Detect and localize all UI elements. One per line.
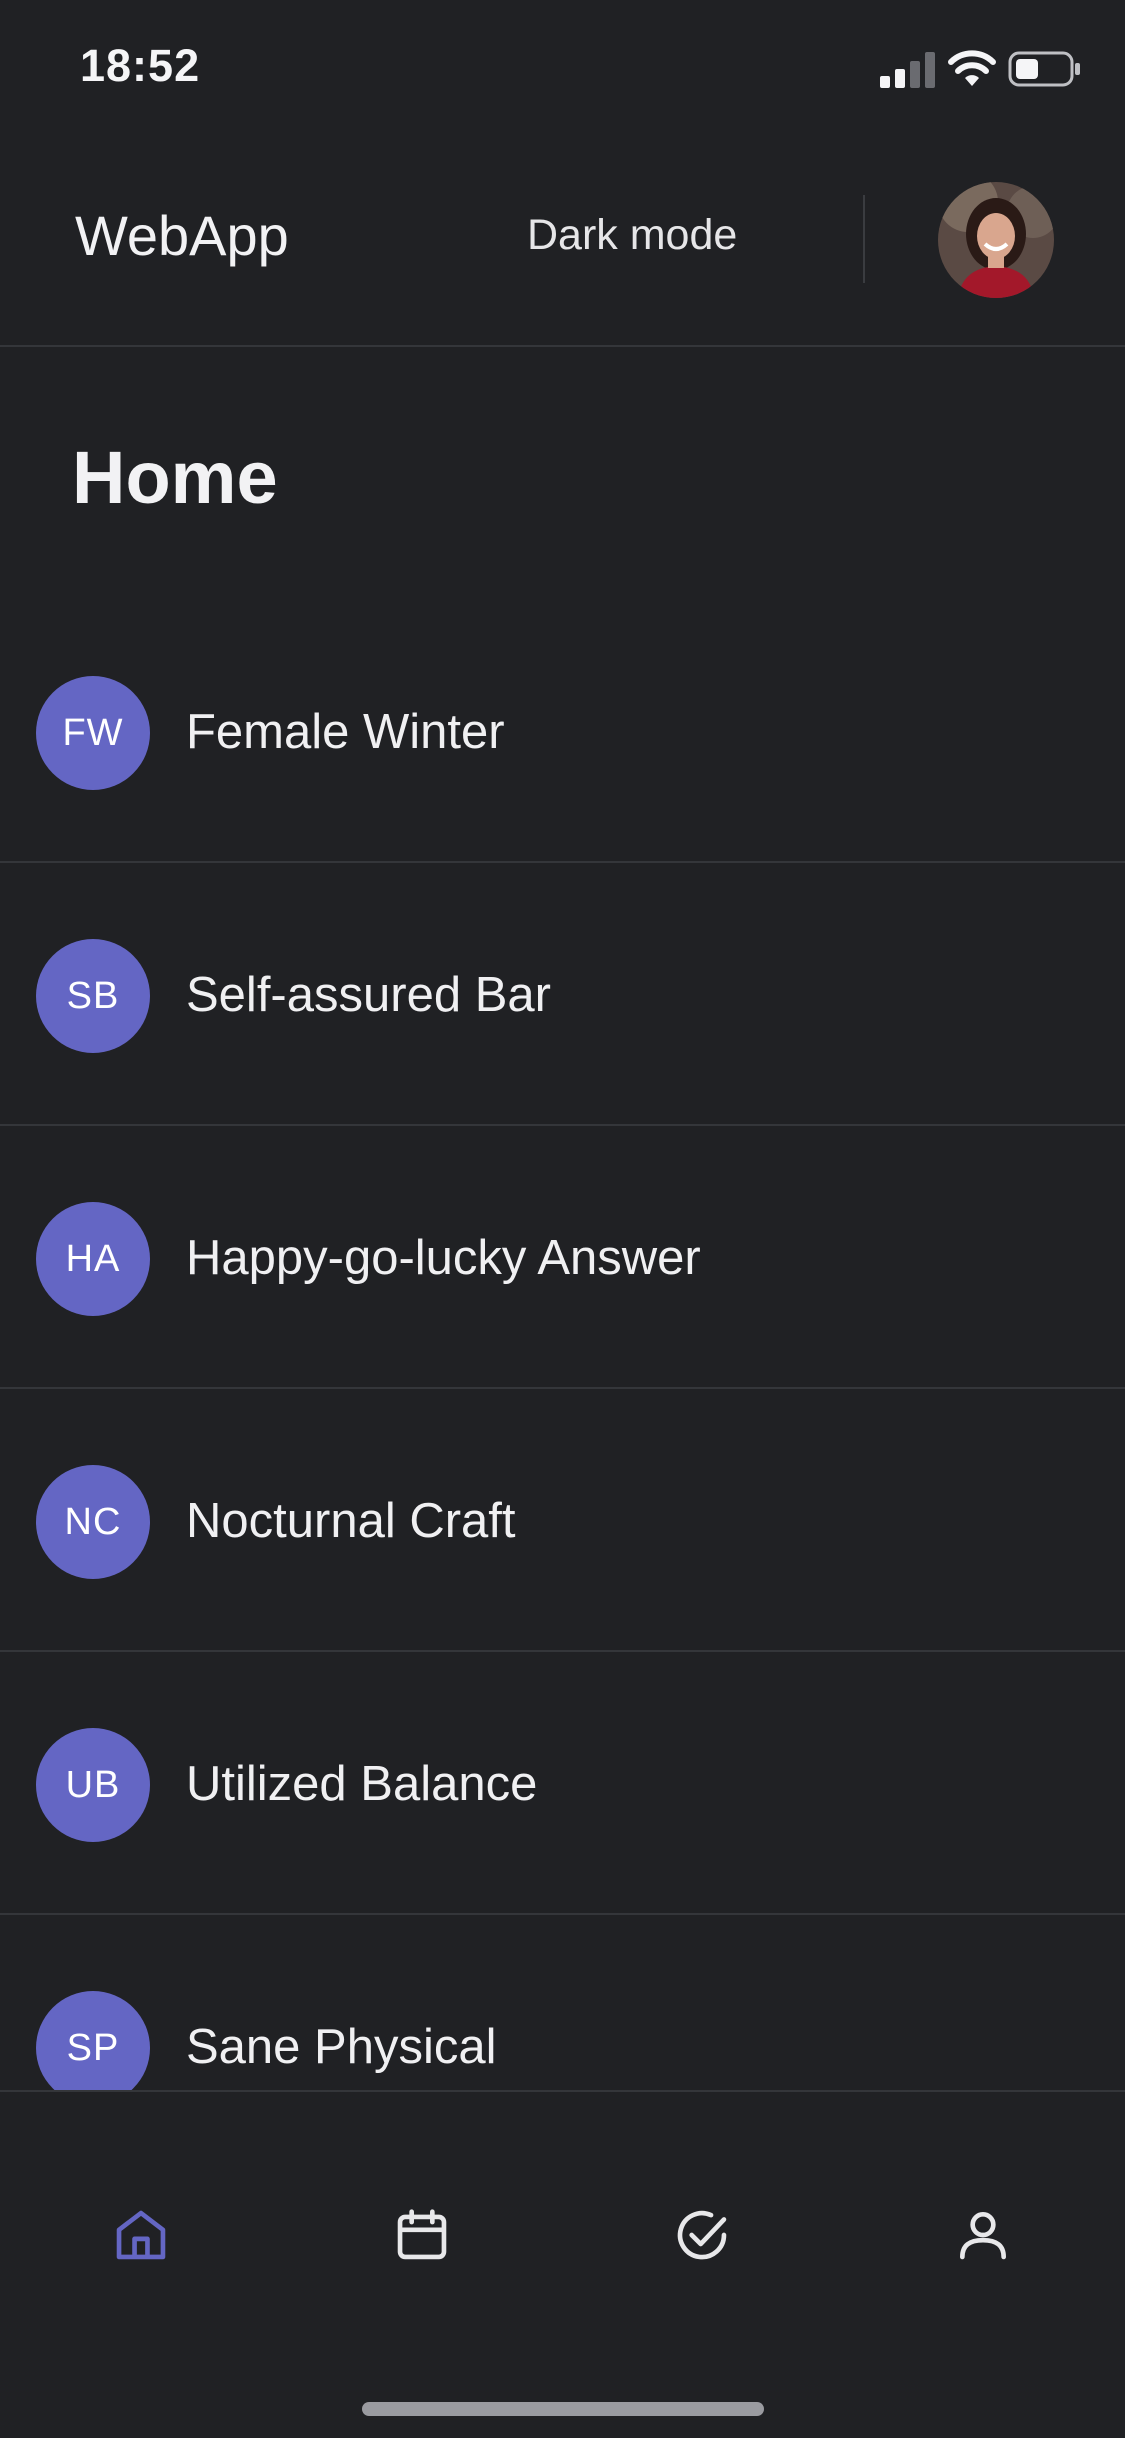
status-time: 18:52 <box>80 40 201 91</box>
nav-tasks-button[interactable] <box>652 2185 752 2285</box>
list-item[interactable]: SB Self-assured Bar <box>0 863 1125 1126</box>
nav-home-button[interactable] <box>91 2185 191 2285</box>
initials-avatar: UB <box>36 1728 150 1842</box>
home-icon <box>116 2210 166 2260</box>
wifi-icon <box>948 50 996 86</box>
nav-calendar-button[interactable] <box>372 2185 472 2285</box>
page-title: Home <box>72 436 278 519</box>
list-item-label: Happy-go-lucky Answer <box>186 1231 701 1285</box>
list-item-label: Sane Physical <box>186 2020 497 2074</box>
list-item[interactable]: HA Happy-go-lucky Answer <box>0 1126 1125 1389</box>
dark-mode-toggle[interactable]: Dark mode <box>527 211 737 260</box>
list-item-label: Nocturnal Craft <box>186 1494 516 1548</box>
user-avatar[interactable] <box>938 182 1054 298</box>
calendar-icon <box>397 2209 447 2260</box>
user-icon <box>960 2212 1006 2260</box>
item-list: FW Female Winter SB Self-assured Bar HA … <box>0 600 1125 2090</box>
nav-profile-button[interactable] <box>933 2185 1033 2285</box>
status-bar: 18:52 <box>0 0 1125 135</box>
list-item-label: Self-assured Bar <box>186 968 551 1022</box>
list-item[interactable]: SP Sane Physical <box>0 1915 1125 2090</box>
initials-avatar: HA <box>36 1202 150 1316</box>
signal-icon <box>880 52 935 88</box>
list-item-label: Utilized Balance <box>186 1757 538 1811</box>
app-header: WebApp Dark mode <box>0 135 1125 347</box>
check-circle-icon <box>677 2210 727 2260</box>
list-item[interactable]: FW Female Winter <box>0 600 1125 863</box>
list-item[interactable]: UB Utilized Balance <box>0 1652 1125 1915</box>
initials-avatar: SP <box>36 1991 150 2090</box>
list-item[interactable]: NC Nocturnal Craft <box>0 1389 1125 1652</box>
bottom-nav <box>0 2090 1125 2438</box>
header-divider <box>863 195 865 283</box>
battery-icon <box>1008 51 1080 87</box>
initials-avatar: FW <box>36 676 150 790</box>
app-title[interactable]: WebApp <box>75 203 289 268</box>
initials-avatar: SB <box>36 939 150 1053</box>
home-indicator[interactable] <box>362 2402 764 2416</box>
avatar-image <box>938 182 1054 298</box>
initials-avatar: NC <box>36 1465 150 1579</box>
list-item-label: Female Winter <box>186 705 505 759</box>
